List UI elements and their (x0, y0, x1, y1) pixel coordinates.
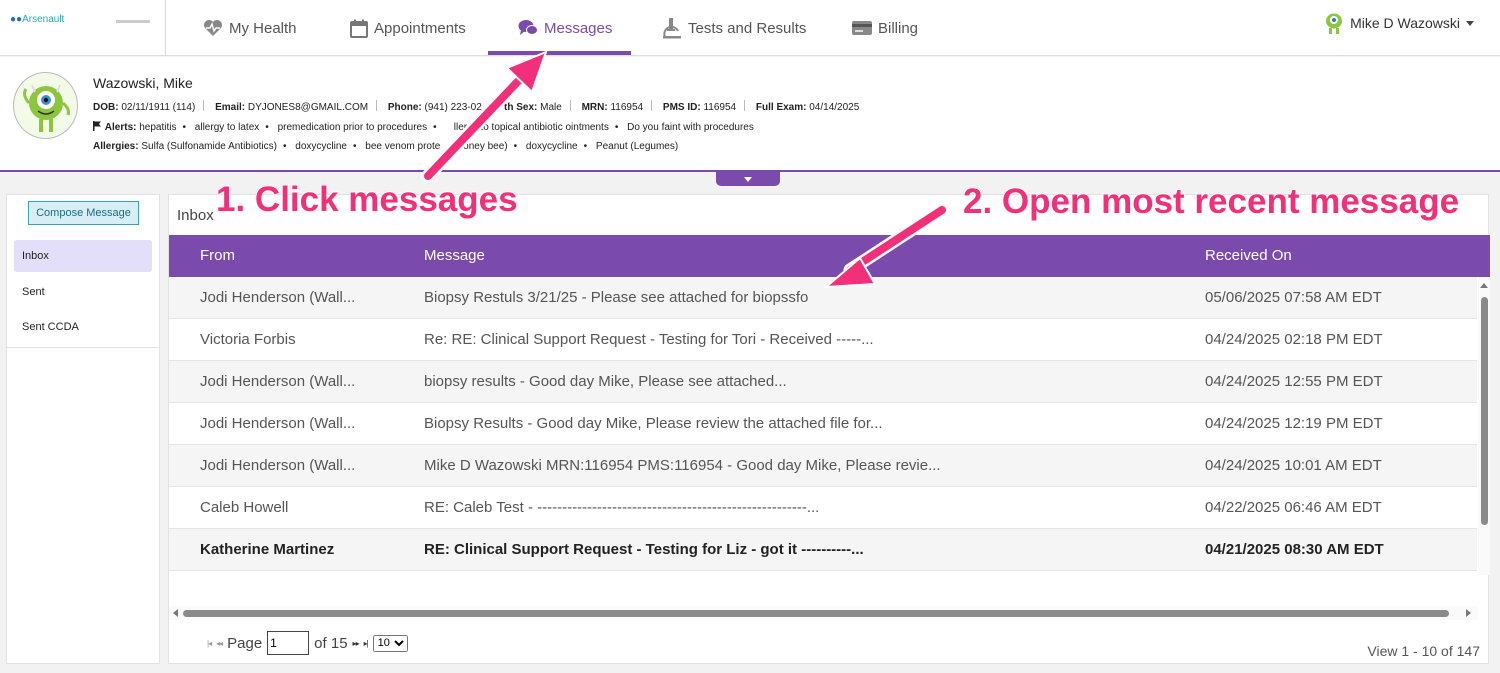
message-from: Victoria Forbis (200, 331, 296, 348)
message-from: Caleb Howell (200, 499, 289, 516)
message-from: Jodi Henderson (Wall... (200, 373, 356, 390)
microscope-icon (663, 18, 681, 39)
column-header-message[interactable]: Message (424, 247, 485, 264)
column-header-received[interactable]: Received On (1205, 247, 1292, 264)
message-row[interactable]: AnnaShelby DeesRE: Clinical Support Requ… (169, 571, 1477, 575)
message-received-on: 05/06/2025 07:58 AM EDT (1205, 289, 1382, 306)
nav-label: Appointments (374, 19, 466, 37)
nav-my-health[interactable]: My Health (203, 0, 297, 56)
scrollbar-thumb[interactable] (183, 610, 1449, 617)
patient-demographics: DOB: 02/11/1911 (114) Email: DYJONES8@GM… (93, 100, 860, 113)
message-preview: Biopsy Results - Good day Mike, Please r… (424, 415, 883, 432)
inbox-panel: Inbox From Message Received On Jodi Hend… (168, 194, 1490, 664)
heart-pulse-icon (204, 20, 222, 36)
calendar-icon (350, 19, 368, 38)
message-grid: From Message Received On Jodi Henderson … (169, 235, 1490, 575)
folder-inbox[interactable]: Inbox (14, 240, 152, 272)
nav-appointments[interactable]: Appointments (350, 0, 466, 56)
annotation-step-2: 2. Open most recent message (962, 181, 1460, 222)
nav-label: Billing (878, 19, 919, 37)
page-size-select[interactable]: 10 (372, 634, 408, 652)
patient-allergies: Allergies: Sulfa (Sulfonamide Antibiotic… (93, 141, 679, 152)
inbox-title: Inbox (177, 207, 214, 224)
page-label: Page (227, 634, 263, 652)
message-row[interactable]: Jodi Henderson (Wall... Biopsy Results - … (169, 403, 1477, 445)
vertical-scrollbar[interactable] (1478, 277, 1490, 575)
message-row[interactable]: Caleb Howell RE: Caleb Test - -----------… (169, 487, 1477, 529)
patient-name: Wazowski, Mike (93, 75, 193, 91)
user-menu[interactable]: Mike D Wazowski (1324, 12, 1474, 34)
message-row[interactable]: Jodi Henderson (Wall... Biopsy Restuls 3/… (169, 277, 1477, 319)
user-avatar-icon (1326, 13, 1343, 34)
message-from: Jodi Henderson (Wall... (200, 457, 356, 474)
message-received-on: 04/24/2025 12:55 PM EDT (1205, 373, 1383, 390)
folder-sent[interactable]: Sent (14, 276, 152, 308)
banner-collapse-toggle[interactable] (716, 172, 780, 186)
message-preview: Biopsy Restuls 3/21/25 - Please see atta… (424, 289, 809, 306)
message-preview: Re: RE: Clinical Support Request - Testi… (424, 331, 874, 348)
next-page-icon[interactable]: ▸▸ (353, 639, 360, 648)
column-header-from[interactable]: From (200, 247, 235, 264)
page-count: of 15 (314, 634, 348, 652)
message-received-on: 04/21/2025 08:30 AM EDT (1205, 541, 1384, 558)
nav-label: Tests and Results (688, 19, 807, 37)
page-input[interactable] (267, 631, 310, 655)
top-nav: ●●Arsenault My Health Appointments Messa… (0, 0, 1500, 56)
nav-billing[interactable]: Billing (852, 0, 918, 56)
grid-header: From Message Received On (169, 235, 1490, 277)
view-info: View 1 - 10 of 147 (1367, 643, 1480, 659)
horizontal-scrollbar[interactable] (169, 606, 1478, 620)
message-row[interactable]: Katherine Martinez RE: Clinical Support R… (169, 529, 1477, 571)
scrollbar-thumb[interactable] (1481, 297, 1488, 525)
nav-label: My Health (229, 19, 297, 37)
patient-avatar (13, 72, 78, 139)
message-row[interactable]: Jodi Henderson (Wall... biopsy results - … (169, 361, 1477, 403)
nav-messages[interactable]: Messages (518, 0, 612, 56)
message-received-on: 04/24/2025 12:19 PM EDT (1205, 415, 1383, 432)
message-sidebar: Compose Message Inbox Sent Sent CCDA (6, 194, 160, 664)
message-preview: RE: Clinical Support Request - Testing f… (424, 541, 864, 558)
annotation-step-1: 1. Click messages (215, 179, 518, 220)
message-preview: RE: Caleb Test - -----------------------… (424, 499, 820, 516)
nav-label: Messages (544, 19, 613, 37)
folder-list: Inbox Sent Sent CCDA (7, 235, 159, 348)
scroll-up-icon[interactable] (1480, 283, 1488, 288)
practice-logo[interactable]: ●●Arsenault (10, 14, 64, 25)
scroll-right-icon[interactable] (1466, 609, 1471, 617)
nav-divider (165, 0, 166, 56)
scroll-left-icon[interactable] (173, 609, 178, 617)
message-preview: Mike D Wazowski MRN:116954 PMS:116954 - … (424, 457, 941, 474)
message-row[interactable]: Victoria Forbis Re: RE: Clinical Support … (169, 319, 1477, 361)
message-received-on: 04/24/2025 02:18 PM EDT (1205, 331, 1383, 348)
patient-alerts: Alerts: hepatitis • allergy to latex • pre… (93, 121, 754, 133)
nav-tests-results[interactable]: Tests and Results (662, 0, 806, 56)
patient-banner: Wazowski, Mike DOB: 02/11/1911 (114) Ema… (0, 57, 1500, 172)
folder-sent-ccda[interactable]: Sent CCDA (14, 311, 152, 343)
active-tab-indicator (488, 51, 631, 55)
last-page-icon[interactable]: ▸| (364, 639, 369, 648)
secondary-logo (116, 20, 150, 23)
message-from: Katherine Martinez (200, 541, 335, 558)
message-from: Jodi Henderson (Wall... (200, 289, 356, 306)
chat-bubbles-icon (518, 20, 538, 35)
compose-message-button[interactable]: Compose Message (28, 201, 139, 225)
user-name: Mike D Wazowski (1350, 15, 1460, 31)
first-page-icon[interactable]: |◂ (207, 639, 212, 648)
message-preview: biopsy results - Good day Mike, Please s… (424, 373, 787, 390)
message-received-on: 04/24/2025 10:01 AM EDT (1205, 457, 1382, 474)
prev-page-icon[interactable]: ◂◂ (216, 639, 223, 648)
chevron-down-icon (744, 176, 752, 182)
message-from: Jodi Henderson (Wall... (200, 415, 356, 432)
chevron-down-icon (1466, 20, 1474, 26)
billing-icon (852, 21, 872, 35)
message-received-on: 04/22/2025 06:46 AM EDT (1205, 499, 1382, 516)
flag-icon (93, 121, 101, 131)
pager: |◂ ◂◂ Page of 15 ▸▸ ▸| 10 (207, 631, 408, 655)
message-row[interactable]: Jodi Henderson (Wall... Mike D Wazowski M… (169, 445, 1477, 487)
